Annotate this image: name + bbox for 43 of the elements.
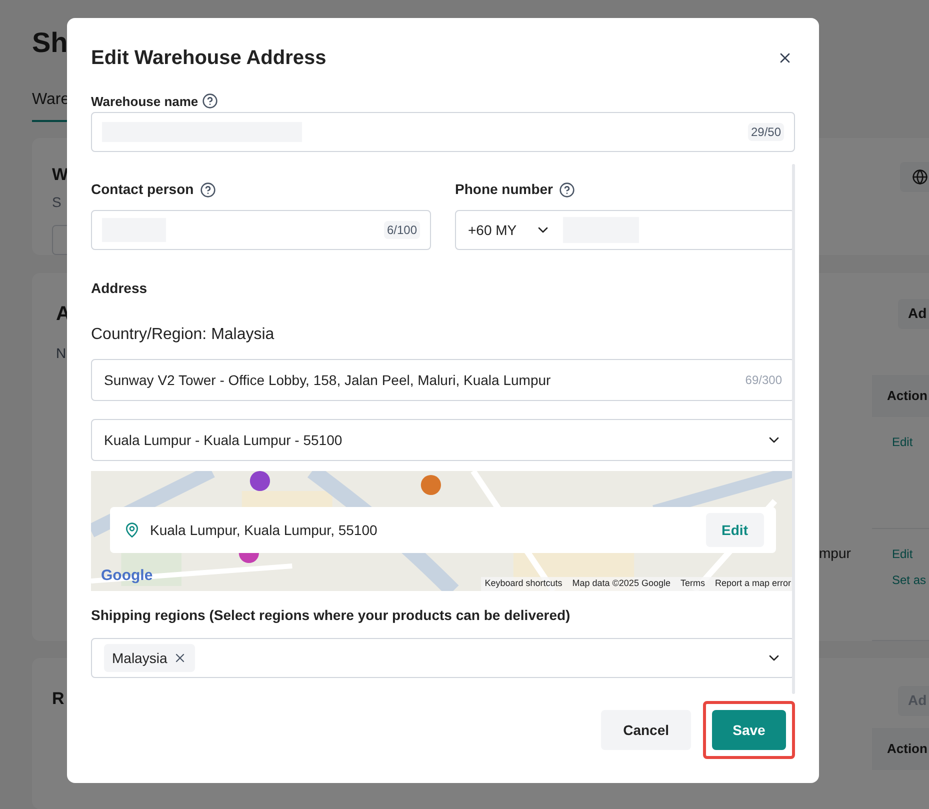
attribution-link[interactable]: Map data ©2025 Google	[572, 577, 670, 591]
section-note: N	[56, 344, 66, 362]
country-text: Country/Region: Malaysia	[91, 325, 276, 345]
help-icon	[200, 182, 216, 198]
street-field[interactable]: Sunway V2 Tower - Office Lobby, 158, Jalan Peel, Maluri, Kuala Lumpur 69/300	[91, 359, 795, 401]
attribution-link[interactable]: Terms	[680, 577, 705, 591]
save-button[interactable]: Save	[712, 710, 786, 750]
dialog-title: Edit Warehouse Address	[91, 46, 326, 71]
phone-field[interactable]: +60 MY	[455, 210, 795, 250]
attribution-link[interactable]: Keyboard shortcuts	[484, 577, 562, 591]
section-label: Address	[91, 279, 148, 298]
pin-icon	[124, 522, 140, 538]
map-logo: Google	[101, 566, 153, 586]
field-label: Contact person	[91, 180, 194, 199]
character-counter: 69/300	[745, 372, 782, 389]
character-counter: 6/100	[384, 221, 420, 239]
input-field[interactable]: 29/50	[91, 112, 795, 152]
field-label: Warehouse name	[91, 94, 198, 108]
area-select[interactable]: Kuala Lumpur - Kuala Lumpur - 55100	[91, 419, 795, 461]
cancel-button[interactable]: Cancel	[601, 710, 691, 750]
country-code-select[interactable]: +60 MY	[468, 220, 551, 240]
globe-icon	[912, 169, 928, 185]
section-title: W	[52, 164, 68, 186]
help-icon	[559, 182, 576, 198]
field-label: Phone number	[455, 180, 554, 199]
section-title: R	[52, 688, 64, 710]
edit-location-button[interactable]: Edit	[706, 513, 764, 547]
street-value: Sunway V2 Tower - Office Lobby, 158, Jalan Peel, Maluri, Kuala Lumpur	[104, 370, 551, 390]
input-field[interactable]: 6/100	[91, 210, 431, 250]
language-button[interactable]	[900, 162, 929, 192]
page-title: Sh	[32, 26, 68, 58]
section-subtitle: S	[52, 192, 62, 212]
help-icon	[202, 93, 218, 109]
regions-select[interactable]: Malaysia	[91, 638, 795, 678]
add-button[interactable]: Ad	[898, 298, 929, 328]
location-text: Kuala Lumpur, Kuala Lumpur, 55100	[150, 520, 378, 540]
column-header: Action	[887, 740, 928, 758]
table-cell-text: mpur	[819, 544, 851, 563]
field-label: Shipping regions (Select regions where your products can be delivered)	[91, 606, 572, 625]
region-tag: Malaysia	[104, 644, 196, 672]
character-counter: 29/50	[748, 123, 784, 141]
column-header: Action	[887, 386, 928, 405]
attribution-link[interactable]: Report a map error	[714, 577, 791, 591]
